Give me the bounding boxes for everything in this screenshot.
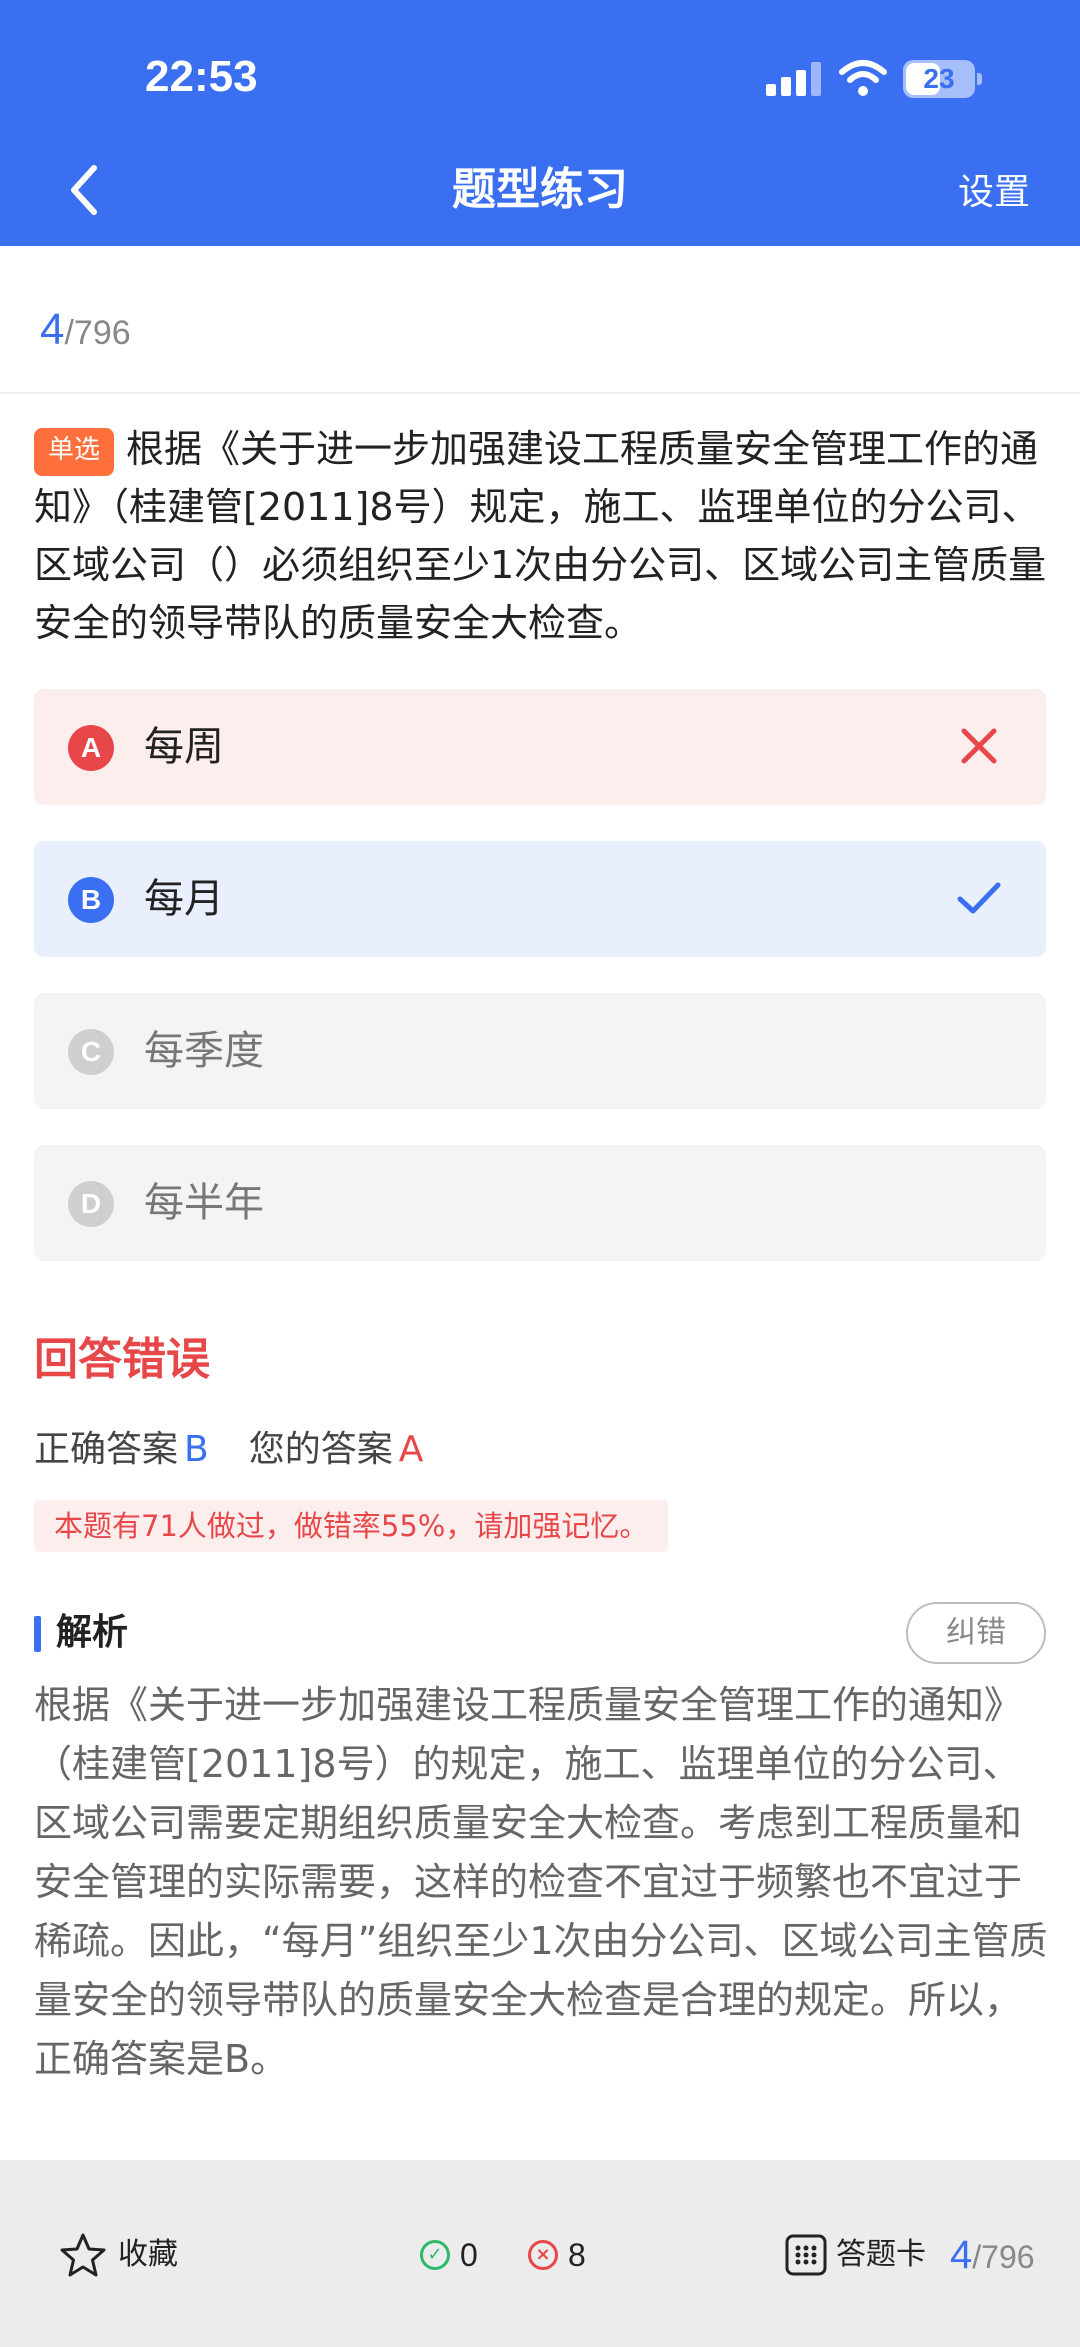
answer-card-label: 答题卡: [836, 2237, 926, 2272]
check-icon: [957, 882, 1001, 914]
favorite-label: 收藏: [118, 2237, 178, 2272]
analysis-title: 解析: [56, 1612, 129, 1653]
answer-card-progress: 4/796: [950, 2230, 1035, 2289]
option-d[interactable]: D 每半年: [34, 1145, 1046, 1261]
close-icon: [961, 728, 997, 764]
option-text: 每季度: [144, 1028, 264, 1074]
result-title: 回答错误: [34, 1334, 210, 1385]
question-type-badge: 单选: [34, 428, 115, 476]
battery-level: 23: [923, 63, 955, 94]
option-text: 每周: [144, 724, 224, 770]
settings-button[interactable]: 设置: [958, 168, 1030, 218]
option-letter: B: [68, 877, 114, 923]
status-time: 22:53: [145, 52, 258, 101]
option-letter: D: [68, 1181, 114, 1227]
progress-current: 4: [40, 305, 65, 354]
grid-icon: [785, 2234, 827, 2276]
option-a[interactable]: A 每周: [34, 689, 1046, 805]
top-header: 22:53 23 题型练习 设置: [0, 0, 1080, 246]
option-text: 每半年: [144, 1180, 264, 1226]
error-rate-note: 本题有71人做过，做错率55%，请加强记忆。: [34, 1500, 669, 1552]
correct-answer-label: 正确答案: [34, 1429, 179, 1470]
signal-icon: [766, 62, 821, 96]
correct-count-value: 0: [460, 2237, 478, 2273]
analysis-text: 根据《关于进一步加强建设工程质量安全管理工作的通知》（桂建管[2011]8号）的…: [34, 1683, 1048, 2081]
wifi-icon: [839, 60, 887, 96]
page-current: 4: [950, 2233, 973, 2277]
battery-icon: 23: [903, 60, 983, 98]
your-answer-label: 您的答案: [248, 1429, 393, 1470]
answer-summary: 正确答案 B 您的答案 A: [34, 1425, 423, 1475]
bottom-toolbar: 收藏 ✓ 0 × 8 答题卡 4/796: [0, 2160, 1080, 2347]
check-circle-icon: ✓: [420, 2240, 450, 2270]
close-circle-icon: ×: [528, 2240, 558, 2270]
your-answer-value: A: [398, 1429, 424, 1470]
page-total: /796: [972, 2239, 1035, 2275]
option-b[interactable]: B 每月: [34, 841, 1046, 957]
progress-total: /796: [64, 314, 131, 352]
star-icon: [60, 2233, 106, 2277]
page-title: 题型练习: [452, 164, 628, 215]
option-c[interactable]: C 每季度: [34, 993, 1046, 1109]
section-accent-bar: [34, 1616, 41, 1652]
question-text: 根据《关于进一步加强建设工程质量安全管理工作的通知》（桂建管[2011]8号）规…: [34, 427, 1047, 645]
question-progress: 4/796: [40, 305, 131, 355]
option-letter: C: [68, 1029, 114, 1075]
wrong-count-value: 8: [568, 2237, 586, 2273]
question-stem: 单选 根据《关于进一步加强建设工程质量安全管理工作的通知》（桂建管[2011]8号…: [34, 420, 1049, 652]
report-error-button[interactable]: 纠错: [906, 1602, 1046, 1664]
option-text: 每月: [144, 876, 224, 922]
divider: [0, 392, 1080, 394]
correct-answer-value: B: [184, 1429, 209, 1470]
option-letter: A: [68, 725, 114, 771]
